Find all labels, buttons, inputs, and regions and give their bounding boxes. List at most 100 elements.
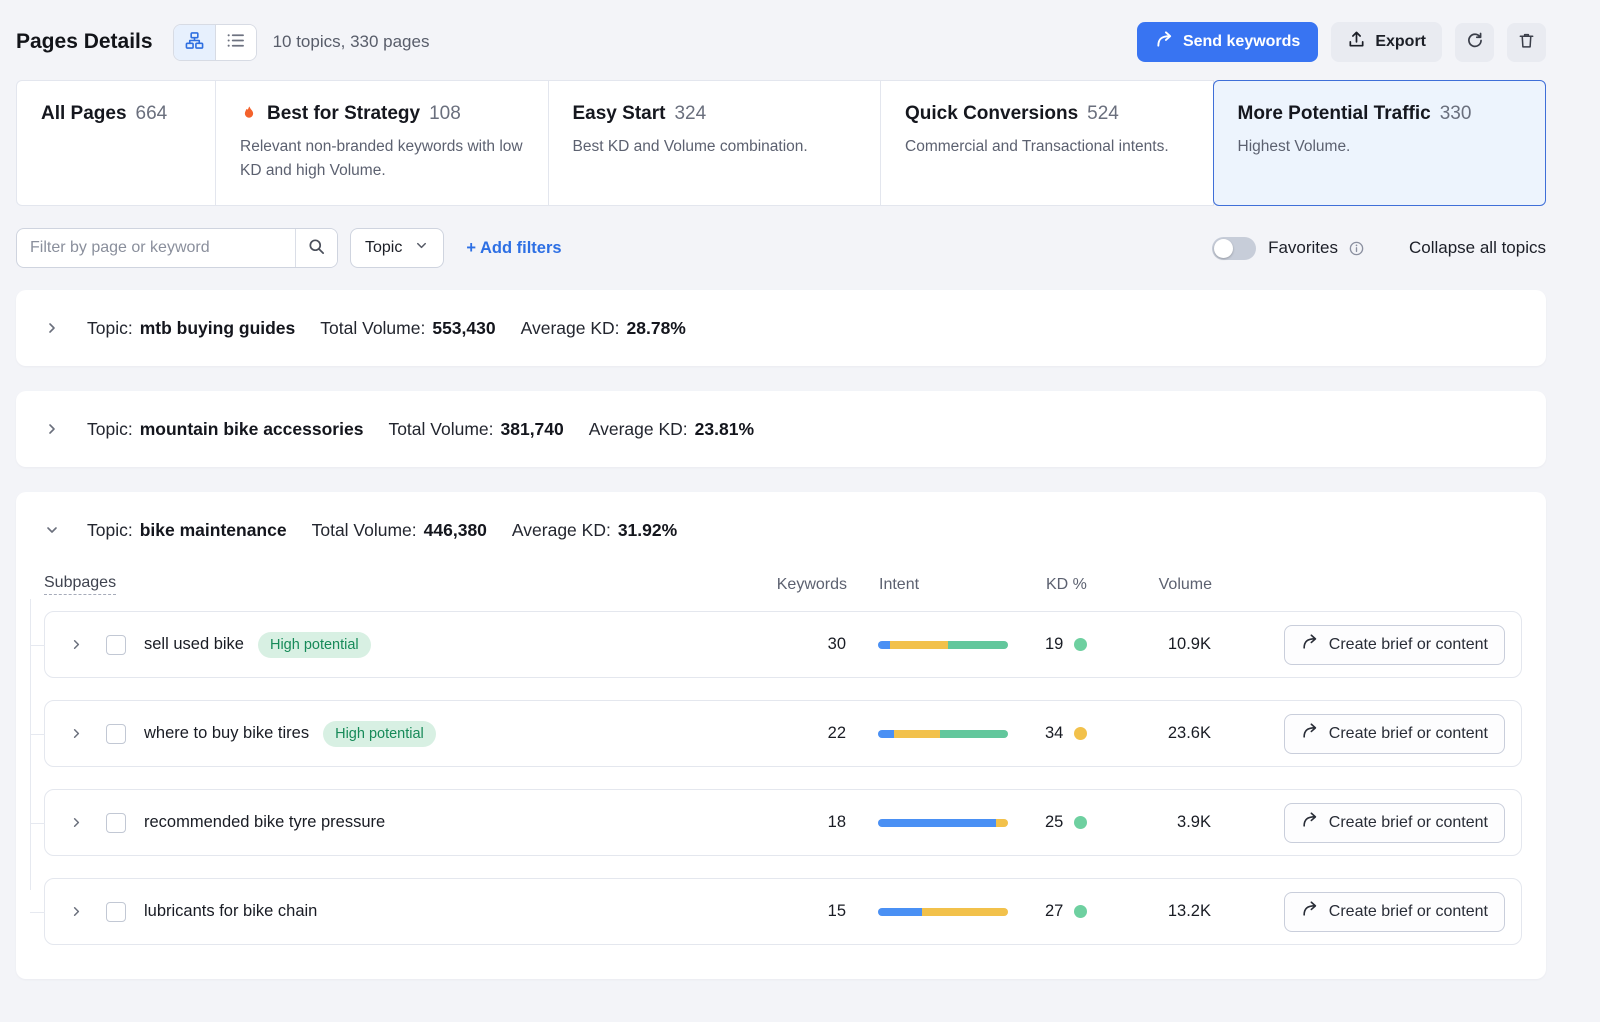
search-input[interactable] [17, 229, 295, 267]
subpage-name: where to buy bike tires [144, 724, 309, 743]
create-brief-button[interactable]: Create brief or content [1284, 803, 1505, 843]
keywords-count: 22 [755, 724, 855, 743]
row-checkbox[interactable] [106, 813, 126, 833]
toggle-knob [1214, 239, 1233, 258]
chevron-right-icon[interactable] [44, 320, 60, 336]
send-keywords-button[interactable]: Send keywords [1137, 22, 1318, 62]
topics-pages-summary: 10 topics, 330 pages [273, 32, 430, 52]
average-kd-label: Average KD: [512, 520, 611, 541]
create-brief-label: Create brief or content [1329, 814, 1488, 832]
column-volume: Volume [1116, 576, 1236, 594]
tab-more-potential-traffic[interactable]: More Potential Traffic 330 Highest Volum… [1213, 80, 1547, 206]
add-filters-link[interactable]: + Add filters [466, 239, 561, 258]
total-volume-label: Total Volume: [320, 318, 425, 339]
subpage-name: sell used bike [144, 635, 244, 654]
trash-icon [1517, 31, 1536, 53]
favorites-toggle[interactable] [1212, 237, 1256, 260]
tab-description: Relevant non-branded keywords with low K… [240, 135, 524, 183]
total-volume-value: 553,430 [432, 318, 495, 339]
average-kd-label: Average KD: [521, 318, 620, 339]
search-button[interactable] [295, 229, 337, 267]
create-brief-button[interactable]: Create brief or content [1284, 625, 1505, 665]
intent-segment [878, 819, 996, 827]
view-mode-toggle [173, 24, 257, 61]
search-box [16, 228, 338, 268]
average-kd-value: 31.92% [618, 520, 677, 541]
topic-prefix: Topic: [87, 419, 133, 440]
intent-segment [894, 730, 941, 738]
create-brief-label: Create brief or content [1329, 636, 1488, 654]
topic-row-mtb-buying-guides[interactable]: Topic: mtb buying guides Total Volume: 5… [16, 290, 1546, 366]
list-icon [226, 31, 245, 53]
subpage-name: recommended bike tyre pressure [144, 813, 385, 832]
row-checkbox[interactable] [106, 724, 126, 744]
tab-all-pages[interactable]: All Pages 664 [16, 80, 216, 206]
row-checkbox[interactable] [106, 635, 126, 655]
chevron-right-icon[interactable] [69, 726, 84, 741]
tab-count: 524 [1087, 103, 1119, 125]
intent-segment [940, 730, 1008, 738]
topic-name: bike maintenance [140, 520, 287, 541]
tab-label: Easy Start [573, 103, 666, 125]
volume-value: 3.9K [1115, 813, 1235, 832]
kd-value: 25 [1045, 813, 1063, 832]
filter-bar: Topic + Add filters Favorites Collapse a… [16, 228, 1546, 268]
send-arrow-icon [1301, 722, 1319, 745]
create-brief-button[interactable]: Create brief or content [1284, 714, 1505, 754]
collapse-all-topics-link[interactable]: Collapse all topics [1409, 238, 1546, 258]
page-header: Pages Details 10 topics, 330 pages Send … [16, 0, 1546, 80]
send-arrow-icon [1301, 633, 1319, 656]
tab-count: 664 [136, 103, 168, 125]
topic-card-expanded: Topic: bike maintenance Total Volume: 44… [16, 492, 1546, 979]
subpage-name: lubricants for bike chain [144, 902, 317, 921]
hierarchy-view-button[interactable] [174, 25, 215, 60]
row-checkbox[interactable] [106, 902, 126, 922]
pages-filter-tabs: All Pages 664 Best for Strategy 108 Rele… [16, 80, 1546, 206]
intent-bar [878, 819, 1008, 827]
intent-segment [878, 641, 890, 649]
tab-count: 330 [1440, 103, 1472, 125]
subpages-table: Subpages Keywords Intent KD % Volume sel… [16, 568, 1546, 979]
topic-name: mountain bike accessories [140, 419, 364, 440]
intent-bar [878, 730, 1008, 738]
average-kd-value: 23.81% [695, 419, 754, 440]
chevron-right-icon[interactable] [69, 815, 84, 830]
column-subpages[interactable]: Subpages [44, 574, 116, 595]
kd-value: 19 [1045, 635, 1063, 654]
list-view-button[interactable] [215, 25, 256, 60]
column-intent: Intent [879, 576, 919, 594]
total-volume-label: Total Volume: [312, 520, 417, 541]
tab-easy-start[interactable]: Easy Start 324 Best KD and Volume combin… [548, 80, 882, 206]
topic-filter-dropdown[interactable]: Topic [350, 228, 444, 268]
refresh-icon [1465, 31, 1484, 53]
volume-value: 23.6K [1115, 724, 1235, 743]
total-volume-value: 446,380 [424, 520, 487, 541]
favorites-label: Favorites [1268, 238, 1338, 258]
chevron-down-icon[interactable] [44, 522, 60, 538]
kd-indicator-dot [1074, 638, 1087, 651]
volume-value: 13.2K [1115, 902, 1235, 921]
info-icon[interactable] [1348, 240, 1365, 257]
send-arrow-icon [1301, 811, 1319, 834]
intent-segment [890, 641, 949, 649]
high-potential-badge: High potential [323, 721, 436, 747]
create-brief-button[interactable]: Create brief or content [1284, 892, 1505, 932]
chevron-right-icon[interactable] [69, 637, 84, 652]
topic-card: Topic: mountain bike accessories Total V… [16, 391, 1546, 467]
intent-segment [996, 819, 1008, 827]
tab-best-for-strategy[interactable]: Best for Strategy 108 Relevant non-brand… [215, 80, 549, 206]
subpage-row-recommended-bike-tyre-pressure: recommended bike tyre pressure 18 25 3.9… [44, 789, 1522, 856]
topic-row-mountain-bike-accessories[interactable]: Topic: mountain bike accessories Total V… [16, 391, 1546, 467]
chevron-right-icon[interactable] [44, 421, 60, 437]
topic-name: mtb buying guides [140, 318, 296, 339]
topic-row-bike-maintenance[interactable]: Topic: bike maintenance Total Volume: 44… [16, 492, 1546, 568]
tab-quick-conversions[interactable]: Quick Conversions 524 Commercial and Tra… [880, 80, 1214, 206]
send-keywords-label: Send keywords [1183, 33, 1300, 51]
delete-button[interactable] [1507, 23, 1546, 62]
chevron-down-icon [414, 238, 429, 258]
export-button[interactable]: Export [1331, 22, 1442, 62]
refresh-button[interactable] [1455, 23, 1494, 62]
chevron-right-icon[interactable] [69, 904, 84, 919]
intent-segment [878, 908, 922, 916]
intent-bar [878, 908, 1008, 916]
